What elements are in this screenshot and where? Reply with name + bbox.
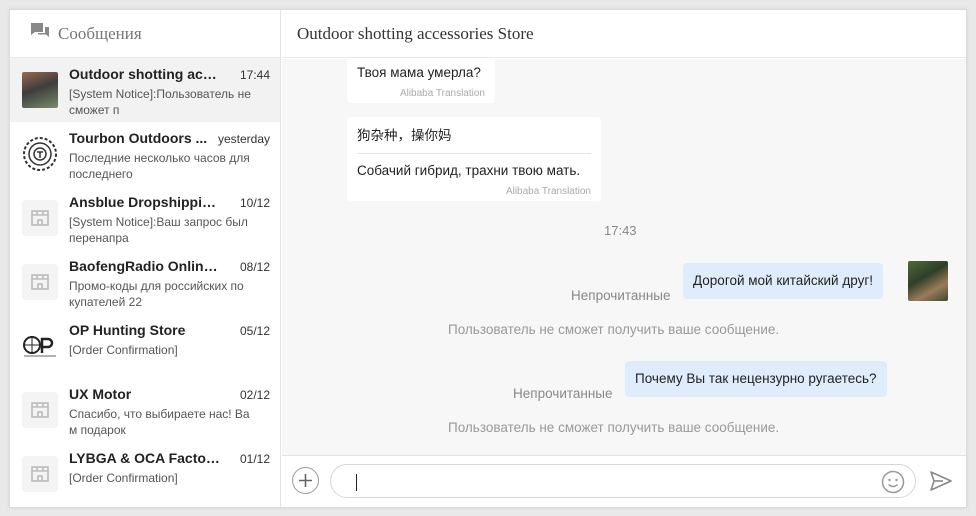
- incoming-message: 狗杂种，操你妈 Собачий гибрид, трахни твою мать…: [347, 117, 601, 201]
- conversation-time: 17:44: [239, 68, 270, 82]
- translation-label: Alibaba Translation: [399, 88, 485, 99]
- conversation-name: LYBGA & OCA Factory...: [69, 450, 221, 466]
- chat-bubbles-icon: [30, 22, 50, 45]
- message-text: Собачий гибрид, трахни твою мать.: [357, 163, 581, 178]
- send-arrow-icon[interactable]: [930, 471, 952, 491]
- conversation-name: BaofengRadio Online ...: [69, 258, 221, 274]
- conversation-time: 08/12: [239, 260, 270, 274]
- store-icon: [22, 264, 58, 300]
- message-input-box[interactable]: [330, 464, 916, 498]
- message-timestamp: 17:43: [604, 223, 637, 238]
- conversation-time: 05/12: [239, 324, 270, 338]
- conversation-sidebar: Сообщения Outdoor shotting acce... 17:44…: [10, 10, 281, 507]
- delivery-notice: Пользователь не сможет получить ваше соо…: [448, 420, 780, 435]
- conversation-preview: [Order Confirmation]: [69, 343, 178, 357]
- conversation-item[interactable]: UX Motor 02/12 Спасибо, что выбираете на…: [10, 378, 280, 442]
- conversation-time: 10/12: [239, 196, 270, 210]
- delivery-notice: Пользователь не сможет получить ваше соо…: [448, 322, 780, 337]
- conversation-preview: Промо-коды для российских по купателей 2…: [69, 279, 244, 309]
- divider: [357, 153, 591, 154]
- conversation-item[interactable]: LYBGA & OCA Factory... 01/12 [Order Conf…: [10, 442, 280, 506]
- conversation-item[interactable]: OP Hunting Store 05/12 [Order Confirmati…: [10, 314, 280, 378]
- store-icon: [22, 392, 58, 428]
- message-area[interactable]: Твоя мама умерла? Alibaba Translation 狗杂…: [282, 59, 966, 457]
- conversation-list: Outdoor shotting acce... 17:44 [System N…: [10, 58, 280, 506]
- conversation-name: Ansblue Dropshipping...: [69, 194, 221, 210]
- conversation-item[interactable]: Ansblue Dropshipping... 10/12 [System No…: [10, 186, 280, 250]
- incoming-message: Твоя мама умерла? Alibaba Translation: [347, 59, 495, 103]
- original-text: 狗杂种，操你妈: [357, 128, 452, 143]
- conversation-item[interactable]: BaofengRadio Online ... 08/12 Промо-коды…: [10, 250, 280, 314]
- outgoing-message: Почему Вы так нецензурно ругаетесь?: [625, 361, 887, 397]
- conversation-preview: [System Notice]:Ваш запрос был перенапра: [69, 215, 248, 245]
- store-icon: [22, 456, 58, 492]
- conversation-time: 01/12: [239, 452, 270, 466]
- conversation-preview: [System Notice]:Пользователь не сможет п: [69, 87, 251, 117]
- smiley-icon[interactable]: [881, 470, 905, 494]
- outgoing-message: Дорогой мой китайский друг!: [683, 263, 884, 299]
- translation-label: Alibaba Translation: [505, 186, 591, 197]
- text-cursor: [356, 474, 357, 491]
- conversation-name: Outdoor shotting acce...: [69, 66, 221, 82]
- sidebar-title: Сообщения: [58, 23, 142, 43]
- conversation-name: Tourbon Outdoors ...: [69, 130, 208, 146]
- unread-status: Непрочитанные: [513, 386, 613, 401]
- unread-status: Непрочитанные: [571, 288, 671, 303]
- chat-title: Outdoor shotting accessories Store: [297, 23, 534, 43]
- tourbon-logo-icon: [22, 136, 58, 172]
- conversation-item[interactable]: Tourbon Outdoors ... yesterday Последние…: [10, 122, 280, 186]
- conversation-name: UX Motor: [69, 386, 132, 402]
- chat-header: Outdoor shotting accessories Store: [282, 10, 966, 58]
- chat-panel: Outdoor shotting accessories Store Твоя …: [282, 10, 966, 507]
- store-icon: [22, 200, 58, 236]
- conversation-preview: Последние несколько часов для последнего: [69, 151, 250, 181]
- plus-circle-icon[interactable]: [292, 467, 319, 494]
- conversation-preview: Спасибо, что выбираете нас! Ва м подарок: [69, 407, 250, 437]
- avatar: [908, 261, 948, 301]
- conversation-time: 02/12: [239, 388, 270, 402]
- messenger-window: Сообщения Outdoor shotting acce... 17:44…: [9, 9, 967, 508]
- sidebar-header: Сообщения: [10, 10, 280, 58]
- op-logo-icon: [22, 328, 58, 364]
- conversation-name: OP Hunting Store: [69, 322, 186, 338]
- avatar: [22, 72, 58, 108]
- message-input[interactable]: [351, 471, 851, 493]
- message-composer: [282, 455, 966, 507]
- conversation-preview: [Order Confirmation]: [69, 471, 178, 485]
- conversation-item[interactable]: Outdoor shotting acce... 17:44 [System N…: [10, 58, 280, 122]
- conversation-time: yesterday: [217, 132, 270, 146]
- message-text: Твоя мама умерла?: [357, 65, 481, 80]
